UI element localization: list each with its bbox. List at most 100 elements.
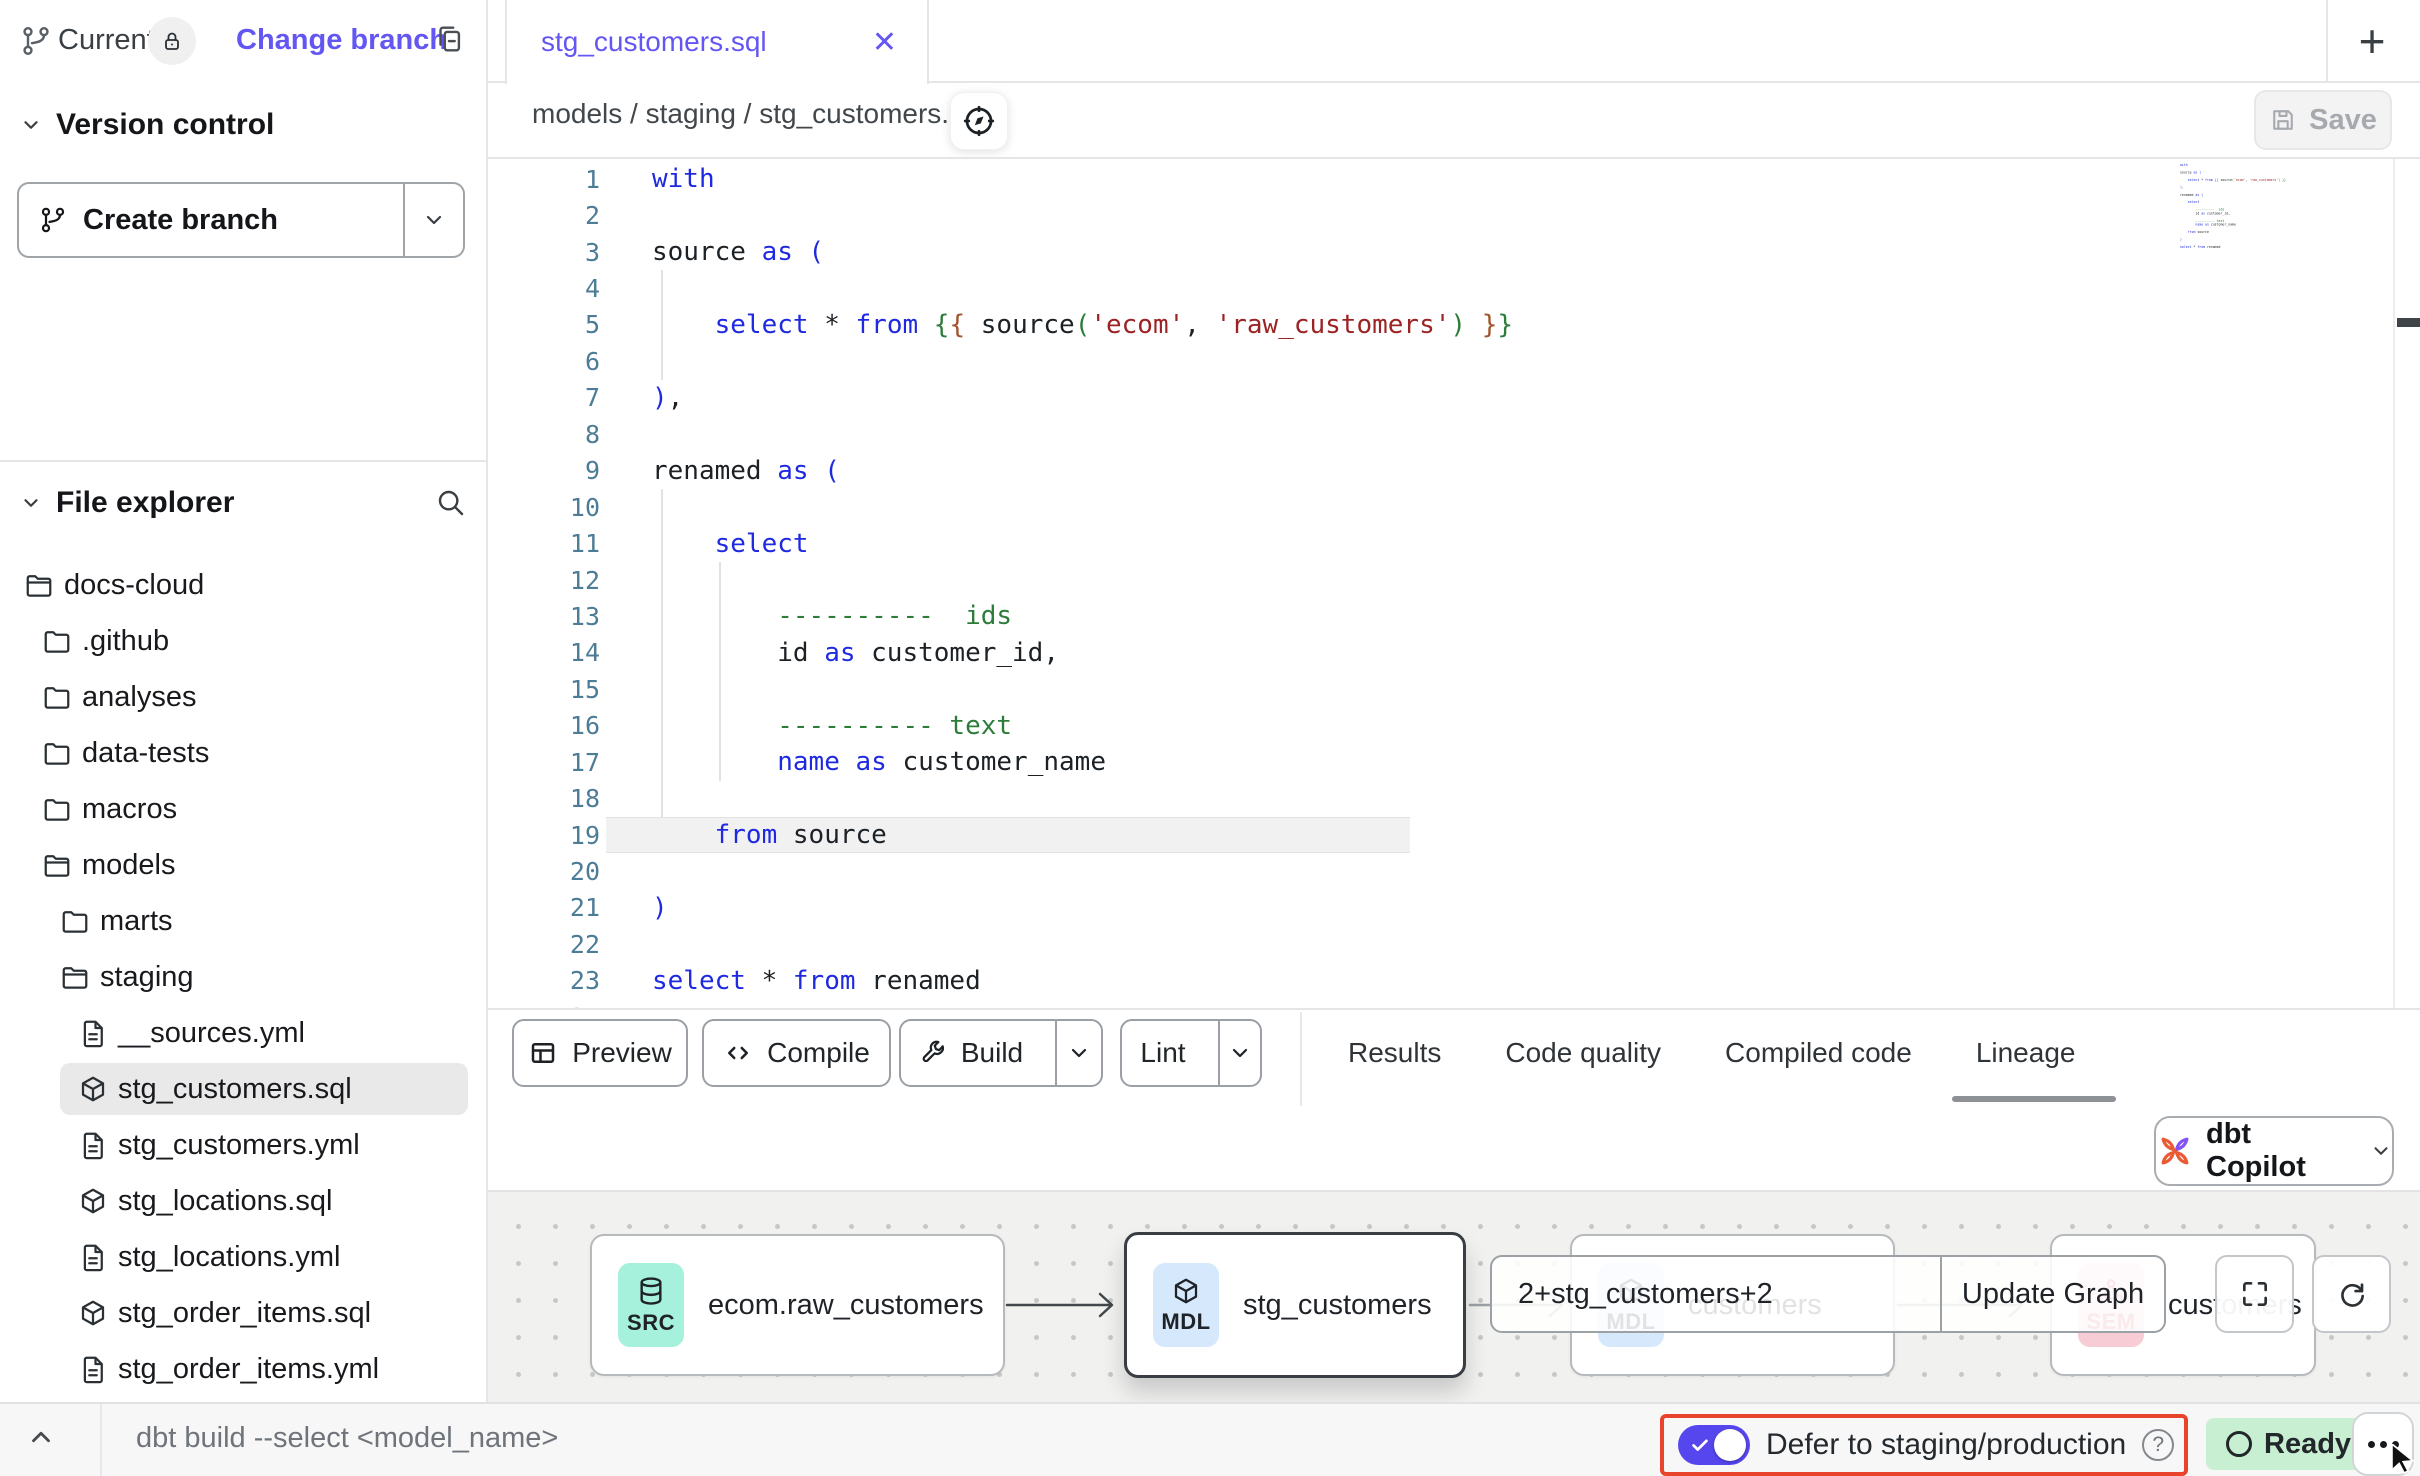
scrollbar-thumb[interactable]: [2397, 318, 2420, 327]
file-tree-item[interactable]: stg_order_items.sql: [0, 1285, 486, 1341]
more-options-button[interactable]: [2352, 1412, 2414, 1476]
tab-code-quality[interactable]: Code quality: [1505, 1037, 1661, 1069]
code-line[interactable]: 14 id as customer_id,: [488, 635, 2420, 671]
code-editor[interactable]: 1with23source as (45 select * from {{ so…: [488, 159, 2420, 1008]
file-tree-item[interactable]: data-tests: [0, 725, 486, 781]
file-tree-item[interactable]: __sources.yml: [0, 1005, 486, 1061]
code-line[interactable]: 9renamed as (: [488, 453, 2420, 489]
code-line[interactable]: 15: [488, 671, 2420, 707]
fullscreen-button[interactable]: [2215, 1255, 2294, 1333]
folder-icon: [42, 794, 72, 824]
defer-toggle[interactable]: [1678, 1425, 1750, 1465]
line-number: 10: [488, 493, 600, 522]
code-line[interactable]: 11 select: [488, 525, 2420, 561]
cube-icon: [78, 1298, 108, 1328]
change-branch-link[interactable]: Change branch: [236, 24, 447, 57]
file-tree-item[interactable]: analyses: [0, 669, 486, 725]
tab-stg-customers-sql[interactable]: stg_customers.sql ✕: [505, 0, 929, 84]
dbt-copilot-button[interactable]: dbt Copilot: [2154, 1116, 2394, 1186]
code-line[interactable]: 8: [488, 416, 2420, 452]
file-tree-item-label: __sources.yml: [118, 1017, 305, 1050]
file-explorer-title: File explorer: [56, 486, 234, 520]
lineage-node[interactable]: MDLstg_customers: [1124, 1232, 1466, 1378]
code-line[interactable]: 20: [488, 853, 2420, 889]
build-main[interactable]: Build: [901, 1021, 1041, 1085]
file-explorer-section[interactable]: File explorer: [0, 476, 486, 530]
build-dropdown[interactable]: [1055, 1021, 1101, 1085]
build-button[interactable]: Build: [899, 1019, 1103, 1087]
code-line[interactable]: 21): [488, 890, 2420, 926]
defer-callout-highlight: Defer to staging/production ?: [1660, 1414, 2188, 1476]
file-tree-item[interactable]: models: [0, 837, 486, 893]
code-line[interactable]: 19 from source: [488, 817, 2420, 853]
performance-gauge-button[interactable]: [950, 92, 1008, 150]
lineage-canvas[interactable]: SRCecom.raw_customers MDLstg_customersMDL…: [488, 1190, 2420, 1402]
code-line[interactable]: 13 ---------- ids: [488, 598, 2420, 634]
folder-icon: [42, 682, 72, 712]
preview-button[interactable]: Preview: [512, 1019, 688, 1087]
node-type-badge: MDL: [1153, 1263, 1219, 1347]
file-tree-item-label: models: [82, 849, 176, 882]
save-button[interactable]: Save: [2254, 90, 2392, 150]
code-line[interactable]: 16 ---------- text: [488, 708, 2420, 744]
file-tree-item[interactable]: stg_customers.yml: [0, 1117, 486, 1173]
file-tree-item[interactable]: marts: [0, 893, 486, 949]
code-line[interactable]: 3source as (: [488, 234, 2420, 270]
create-branch-button[interactable]: Create branch: [17, 182, 465, 258]
code-line[interactable]: 23select * from renamed: [488, 963, 2420, 999]
line-number: 16: [488, 711, 600, 740]
code-line[interactable]: 2: [488, 197, 2420, 233]
lineage-node[interactable]: SRCecom.raw_customers: [590, 1234, 1005, 1376]
file-tree-item[interactable]: stg_order_items.yml: [0, 1341, 486, 1397]
file-tree-item[interactable]: staging: [0, 949, 486, 1005]
lint-button[interactable]: Lint: [1120, 1019, 1262, 1087]
code-line[interactable]: 17 name as customer_name: [488, 744, 2420, 780]
code-line[interactable]: 18: [488, 780, 2420, 816]
status-circle-icon: [2226, 1431, 2252, 1457]
minimap[interactable]: withsource as ( select * from {{ source(…: [2180, 163, 2292, 252]
folder-icon: [42, 738, 72, 768]
active-tab-indicator: [1952, 1096, 2116, 1102]
version-control-section[interactable]: Version control: [0, 100, 486, 150]
dbt-cloud-ide: Current Change branch Version control: [0, 0, 2420, 1476]
help-icon[interactable]: ?: [2142, 1429, 2174, 1461]
new-tab-button[interactable]: +: [2340, 10, 2404, 72]
copy-icon[interactable]: [432, 22, 466, 56]
lineage-selector-input[interactable]: 2+stg_customers+2: [1492, 1257, 1940, 1331]
create-branch-dropdown[interactable]: [403, 184, 463, 256]
file-tree-item[interactable]: macros: [0, 781, 486, 837]
status-badge[interactable]: Ready: [2206, 1418, 2371, 1470]
cube-icon: [1171, 1276, 1201, 1306]
breadcrumb: models / staging / stg_customers.sql: [532, 98, 985, 130]
code-line[interactable]: 5 select * from {{ source('ecom', 'raw_c…: [488, 307, 2420, 343]
refresh-button[interactable]: [2312, 1255, 2391, 1333]
collapse-panel-icon[interactable]: [26, 1422, 56, 1452]
file-tree-item[interactable]: stg_locations.yml: [0, 1229, 486, 1285]
code-line[interactable]: 7),: [488, 380, 2420, 416]
compass-gauge-icon: [961, 103, 997, 139]
command-input[interactable]: dbt build --select <model_name>: [136, 1422, 558, 1455]
tab-lineage[interactable]: Lineage: [1976, 1037, 2076, 1069]
sidebar-section-divider: [0, 460, 486, 462]
file-tree-item[interactable]: docs-cloud: [0, 557, 486, 613]
code-line[interactable]: 12: [488, 562, 2420, 598]
file-tree-item[interactable]: .github: [0, 613, 486, 669]
compile-button[interactable]: Compile: [702, 1019, 891, 1087]
code-line[interactable]: 1with: [488, 161, 2420, 197]
file-tree-item[interactable]: stg_customers.sql: [0, 1061, 486, 1117]
code-line[interactable]: 22: [488, 926, 2420, 962]
cube-icon: [78, 1074, 108, 1104]
code-line[interactable]: 6: [488, 343, 2420, 379]
code-line[interactable]: 24: [488, 999, 2420, 1008]
search-icon[interactable]: [434, 486, 466, 518]
tab-results[interactable]: Results: [1348, 1037, 1441, 1069]
code-line[interactable]: 10: [488, 489, 2420, 525]
tab-compiled-code[interactable]: Compiled code: [1725, 1037, 1912, 1069]
code-line[interactable]: 4: [488, 270, 2420, 306]
close-tab-icon[interactable]: ✕: [872, 25, 897, 60]
lint-dropdown[interactable]: [1218, 1021, 1260, 1085]
file-tree-item[interactable]: stg_locations.sql: [0, 1173, 486, 1229]
update-graph-button[interactable]: Update Graph: [1940, 1257, 2164, 1331]
lint-main[interactable]: Lint: [1122, 1021, 1204, 1085]
create-branch-main[interactable]: Create branch: [19, 184, 403, 256]
